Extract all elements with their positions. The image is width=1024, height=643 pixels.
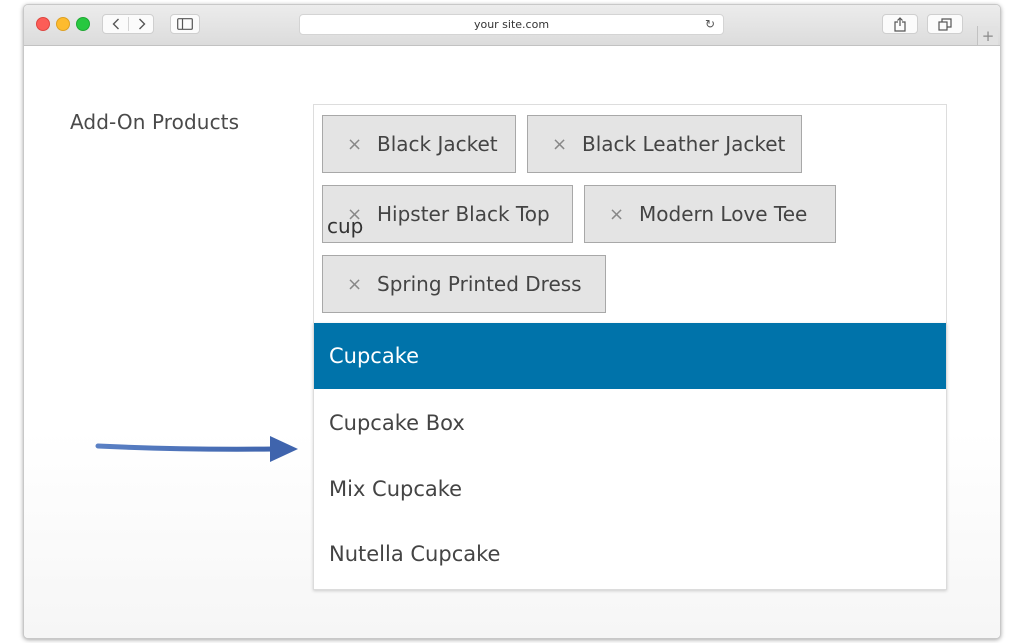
annotation-arrow: [95, 436, 298, 462]
